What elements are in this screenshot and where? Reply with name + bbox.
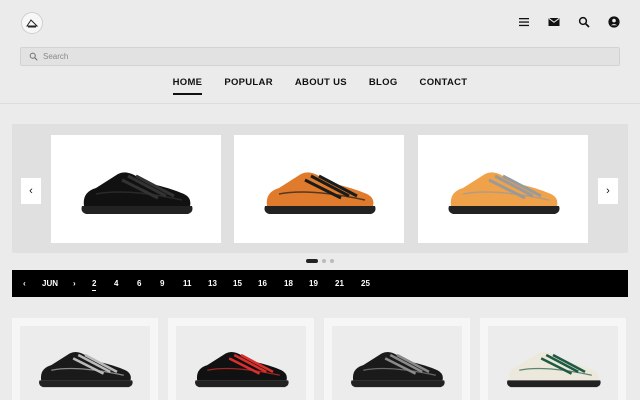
search-icon[interactable] xyxy=(578,16,590,28)
sneaker-image xyxy=(507,352,601,388)
nav-about-us[interactable]: ABOUT US xyxy=(295,77,347,95)
header-icons xyxy=(518,16,620,28)
carousel-next-button[interactable]: › xyxy=(598,178,618,204)
carousel-dot[interactable] xyxy=(322,259,326,263)
month-label: JUN xyxy=(42,279,59,288)
sneaker-image xyxy=(81,172,193,214)
mail-icon[interactable] xyxy=(548,16,560,28)
day-item[interactable]: 6 xyxy=(137,279,141,288)
product-card[interactable] xyxy=(168,318,314,400)
sneaker-image xyxy=(195,352,289,388)
nav-blog[interactable]: BLOG xyxy=(369,77,398,95)
featured-carousel: ‹ › xyxy=(12,124,628,253)
account-icon[interactable] xyxy=(608,16,620,28)
search-bar[interactable] xyxy=(20,47,620,66)
release-date-bar: ‹ JUN › 2 4 6 9 11 13 15 16 18 19 21 25 xyxy=(12,270,628,297)
product-card[interactable] xyxy=(324,318,470,400)
sneaker-image xyxy=(39,352,133,388)
nav-contact[interactable]: CONTACT xyxy=(420,77,468,95)
menu-icon[interactable] xyxy=(518,16,530,28)
month-prev-button[interactable]: ‹ xyxy=(23,279,26,288)
day-item[interactable]: 15 xyxy=(233,279,242,288)
nav-home[interactable]: HOME xyxy=(172,77,203,95)
main-nav: HOME POPULAR ABOUT US BLOG CONTACT xyxy=(0,77,640,95)
carousel-prev-button[interactable]: ‹ xyxy=(21,178,41,204)
day-item[interactable]: 9 xyxy=(160,279,164,288)
month-next-button[interactable]: › xyxy=(73,279,76,288)
day-item[interactable]: 25 xyxy=(361,279,370,288)
product-card[interactable] xyxy=(480,318,626,400)
day-item[interactable]: 19 xyxy=(309,279,318,288)
day-item[interactable]: 18 xyxy=(284,279,293,288)
site-header: HOME POPULAR ABOUT US BLOG CONTACT xyxy=(0,0,640,104)
day-item[interactable]: 4 xyxy=(114,279,118,288)
sneaker-image xyxy=(351,352,445,388)
carousel-slide[interactable] xyxy=(234,135,404,243)
day-item[interactable]: 2 xyxy=(92,279,97,291)
carousel-dot[interactable] xyxy=(306,259,318,263)
day-item[interactable]: 21 xyxy=(335,279,344,288)
search-input[interactable] xyxy=(43,52,603,61)
nav-popular[interactable]: POPULAR xyxy=(224,77,273,95)
product-grid xyxy=(12,318,628,400)
carousel-slide[interactable] xyxy=(418,135,588,243)
day-item[interactable]: 13 xyxy=(208,279,217,288)
carousel-slide[interactable] xyxy=(51,135,221,243)
sneaker-image xyxy=(264,172,376,214)
day-item[interactable]: 16 xyxy=(258,279,267,288)
day-item[interactable]: 11 xyxy=(183,279,191,288)
carousel-dot[interactable] xyxy=(330,259,334,263)
carousel-pagination xyxy=(0,259,640,263)
brand-logo-icon[interactable] xyxy=(21,12,43,34)
product-card[interactable] xyxy=(12,318,158,400)
sneaker-image xyxy=(448,172,560,214)
search-field-icon xyxy=(29,52,38,61)
